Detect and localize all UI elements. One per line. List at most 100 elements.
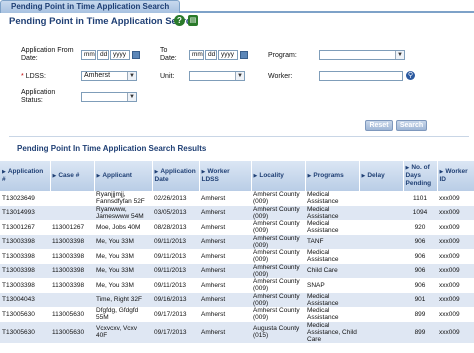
search-button[interactable]: Search (396, 120, 427, 131)
to-year-input[interactable]: yyyy (218, 50, 238, 60)
table-cell: Me, You 33M (94, 249, 152, 264)
table-row[interactable]: T13005630 113005630 Dfgfdg, Gfdgfd 55M 09/1… (0, 307, 474, 322)
from-month-input[interactable]: mm (81, 50, 96, 60)
table-cell: 901 (403, 292, 437, 307)
table-cell: Amherst County (009) (251, 307, 305, 322)
table-row[interactable]: T13005630 113005630 Vcxvcxv, Vcxv 40F 09/17… (0, 321, 474, 343)
table-cell: Me, You 33M (94, 263, 152, 278)
sort-arrow-icon: ▶ (405, 165, 410, 171)
table-cell: Amherst (199, 249, 251, 264)
table-cell: 906 (403, 278, 437, 293)
tab-pending-search[interactable]: Pending Point in Time Application Search (0, 0, 181, 13)
column-header[interactable]: ▶ No. of Days Pending (403, 161, 438, 191)
table-cell[interactable]: T13001267 (0, 220, 50, 235)
column-header[interactable]: ▶ Application # (0, 161, 51, 191)
table-row[interactable]: T13014993 Ryanwww, Jameswww 54M 03/05/2013… (0, 205, 474, 220)
table-cell: Me, You 33M (94, 278, 152, 293)
search-icon[interactable]: ⚲ (406, 71, 415, 80)
table-cell: SNAP (305, 278, 359, 293)
column-header[interactable]: ▶ Case # (50, 161, 95, 191)
table-cell[interactable]: T13014993 (0, 205, 50, 220)
table-cell: Ryanjjjmjj, Fannsdfyfan 52F (94, 191, 152, 206)
column-header[interactable]: ▶ Application Date (152, 161, 200, 191)
table-cell: Amherst (199, 205, 251, 220)
column-header[interactable]: ▶ Locality (251, 161, 306, 191)
table-cell: Moe, Jobs 40M (94, 220, 152, 235)
table-cell: 113005630 (50, 307, 94, 322)
from-day-input[interactable]: dd (97, 50, 109, 60)
table-cell[interactable]: T13003398 (0, 249, 50, 264)
table-row[interactable]: T13003398 113003398 Me, You 33M 09/11/2013 A… (0, 263, 474, 278)
tab-bar: Pending Point in Time Application Search (0, 0, 474, 13)
chevron-down-icon: ▼ (235, 72, 244, 80)
table-cell (359, 321, 403, 343)
table-cell[interactable]: T13005630 (0, 307, 50, 322)
table-cell (359, 234, 403, 249)
table-cell: Medical Assistance (305, 220, 359, 235)
table-cell: Amherst County (009) (251, 191, 305, 206)
column-header[interactable]: ▶ Delay (359, 161, 404, 191)
application-status-label: Application Status: (21, 89, 56, 104)
table-cell[interactable]: T13003398 (0, 263, 50, 278)
table-cell (359, 263, 403, 278)
table-cell: 113003398 (50, 249, 94, 264)
column-header[interactable]: ▶ Applicant (94, 161, 153, 191)
column-header[interactable]: ▶ Worker ID (437, 161, 474, 191)
to-month-input[interactable]: mm (189, 50, 204, 60)
column-header[interactable]: ▶ Worker LDSS (199, 161, 252, 191)
results-body: T13023649 Ryanjjjmjj, Fannsdfyfan 52F 02/2… (0, 191, 474, 343)
table-cell[interactable]: T13023649 (0, 191, 50, 206)
table-row[interactable]: T13003398 113003398 Me, You 33M 09/11/2013 A… (0, 249, 474, 264)
table-cell: xxx009 (437, 249, 474, 264)
table-cell: 920 (403, 220, 437, 235)
table-cell: Medical Assistance (305, 191, 359, 206)
table-cell: 09/17/2013 (152, 307, 199, 322)
table-cell[interactable]: T13004043 (0, 292, 50, 307)
table-cell: Me, You 33M (94, 234, 152, 249)
table-row[interactable]: T13003398 113003398 Me, You 33M 09/11/2013 A… (0, 234, 474, 249)
ldss-select[interactable]: Amherst ▼ (81, 71, 137, 81)
column-header[interactable]: ▶ Programs (305, 161, 360, 191)
worker-select[interactable] (319, 71, 403, 81)
results-table: ▶ Application # ▶ Case # ▶ Applicant ▶ Appli… (0, 161, 474, 343)
table-cell: Amherst County (009) (251, 234, 305, 249)
table-cell (50, 191, 94, 206)
table-row[interactable]: T13001267 113001267 Moe, Jobs 40M 08/28/201… (0, 220, 474, 235)
calendar-icon[interactable] (132, 51, 140, 59)
help-icon[interactable]: ? (174, 15, 185, 26)
from-year-input[interactable]: yyyy (110, 50, 130, 60)
table-cell[interactable]: T13003398 (0, 278, 50, 293)
print-icon[interactable]: ▤ (188, 15, 198, 26)
table-cell: Amherst (199, 234, 251, 249)
table-cell[interactable]: T13003398 (0, 234, 50, 249)
table-row[interactable]: T13023649 Ryanjjjmjj, Fannsdfyfan 52F 02/2… (0, 191, 474, 206)
application-status-select[interactable]: ▼ (81, 92, 137, 102)
table-cell: Amherst County (009) (251, 249, 305, 264)
table-cell: 113003398 (50, 234, 94, 249)
table-row[interactable]: T13004043 Time, Right 32F 09/16/2013 Amhers… (0, 292, 474, 307)
calendar-icon[interactable] (240, 51, 248, 59)
program-select[interactable]: ▼ (319, 50, 405, 60)
results-title: Pending Point In Time Application Search… (17, 144, 207, 153)
unit-select[interactable]: ▼ (189, 71, 245, 81)
to-day-input[interactable]: dd (205, 50, 217, 60)
table-cell (50, 205, 94, 220)
table-cell: 09/11/2013 (152, 263, 199, 278)
table-cell: 09/11/2013 (152, 249, 199, 264)
chevron-down-icon: ▼ (127, 72, 136, 80)
table-cell: 906 (403, 249, 437, 264)
table-cell: 899 (403, 307, 437, 322)
table-cell: Amherst (199, 321, 251, 343)
table-cell: 08/28/2013 (152, 220, 199, 235)
reset-button[interactable]: Reset (365, 120, 393, 131)
table-cell: Amherst County (009) (251, 220, 305, 235)
table-cell: 113001267 (50, 220, 94, 235)
table-cell: Medical Assistance (305, 307, 359, 322)
table-row[interactable]: T13003398 113003398 Me, You 33M 09/11/2013 A… (0, 278, 474, 293)
table-cell: Amherst (199, 220, 251, 235)
table-cell (359, 205, 403, 220)
table-cell: 113003398 (50, 263, 94, 278)
table-cell[interactable]: T13005630 (0, 321, 50, 343)
table-cell: Medical Assistance (305, 249, 359, 264)
table-cell: 09/17/2013 (152, 321, 199, 343)
